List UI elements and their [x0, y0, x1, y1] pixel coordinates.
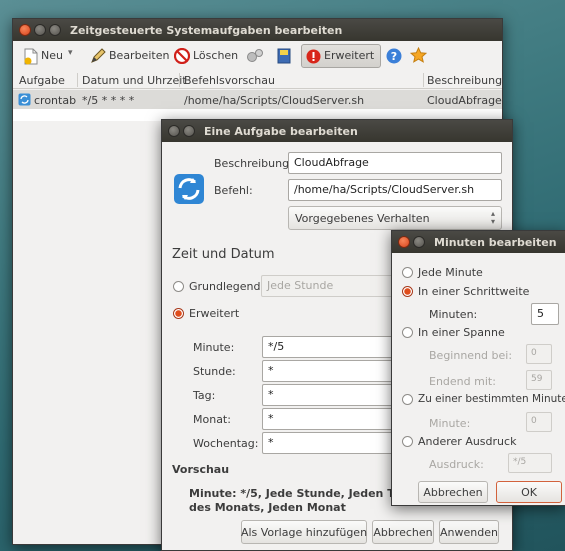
pencil-icon[interactable]: [89, 47, 107, 65]
column-header-description[interactable]: Beschreibung: [427, 74, 502, 87]
basic-select-value: Jede Stunde: [267, 279, 334, 292]
begin-field[interactable]: 0: [526, 344, 552, 364]
basic-select[interactable]: Jede Stunde: [261, 275, 401, 297]
edit-dialog-titlebar: Eine Aufgabe bearbeiten: [162, 120, 512, 142]
minute-specific-label: Minute:: [429, 417, 471, 430]
minutes-cancel-button[interactable]: Abbrechen: [418, 481, 488, 503]
edit-dialog-title: Eine Aufgabe bearbeiten: [204, 124, 358, 138]
behavior-select[interactable]: Vorgegebenes Verhalten ▴ ▾: [288, 206, 502, 230]
toolbar: Neu ▾ Bearbeiten Löschen Erweitert ?: [13, 41, 502, 71]
help-icon[interactable]: ?: [385, 47, 403, 65]
behavior-select-value: Vorgegebenes Verhalten: [295, 211, 430, 225]
hour-label: Stunde:: [193, 365, 236, 378]
advanced-button-label: Erweitert: [324, 49, 375, 62]
specific-minute-radio[interactable]: [402, 394, 413, 405]
weekday-field[interactable]: *: [262, 432, 402, 454]
minute-field[interactable]: */5: [262, 336, 402, 358]
begin-label: Beginnend bei:: [429, 349, 513, 362]
other-expression-radio[interactable]: [402, 436, 413, 447]
edit-cancel-button[interactable]: Abbrechen: [372, 520, 434, 544]
preview-text-line-1: Minute: */5, Jede Stunde, Jeden Tag: [189, 487, 409, 500]
month-label: Monat:: [193, 413, 231, 426]
column-header-command[interactable]: Befehlsvorschau: [184, 74, 275, 87]
main-window-title: Zeitgesteuerte Systemaufgaben bearbeiten: [70, 23, 343, 37]
expression-field[interactable]: */5: [508, 453, 552, 473]
command-field[interactable]: /home/ha/Scripts/CloudServer.sh: [288, 179, 502, 201]
book-icon[interactable]: [275, 47, 293, 65]
minute-label: Minute:: [193, 341, 235, 354]
row-command: /home/ha/Scripts/CloudServer.sh: [184, 94, 365, 107]
minimize-icon[interactable]: [183, 125, 195, 137]
row-datetime: */5 * * * *: [82, 94, 135, 107]
minutes-step-field[interactable]: 5: [531, 303, 559, 325]
new-task-icon[interactable]: [23, 47, 39, 65]
run-gears-icon[interactable]: [245, 47, 265, 65]
preview-heading: Vorschau: [172, 463, 230, 476]
spinner-icon: ▴ ▾: [490, 209, 495, 226]
column-header-task[interactable]: Aufgabe: [19, 74, 65, 87]
preview-text-line-2: des Monats, Jeden Monat: [189, 501, 346, 514]
edit-minutes-dialog: Minuten bearbeiten Jede Minute In einer …: [391, 230, 565, 506]
day-label: Tag:: [193, 389, 216, 402]
row-description: CloudAbfrage: [427, 94, 502, 107]
edit-button-label[interactable]: Bearbeiten: [109, 49, 169, 62]
hour-field[interactable]: *: [262, 360, 402, 382]
weekday-label: Wochentag:: [193, 437, 259, 450]
every-minute-label: Jede Minute: [418, 266, 483, 279]
maximize-icon[interactable]: [49, 24, 61, 36]
table-row[interactable]: crontab */5 * * * * /home/ha/Scripts/Clo…: [13, 90, 502, 109]
column-header-datetime[interactable]: Datum und Uhrzeit: [82, 74, 187, 87]
advanced-radio[interactable]: [173, 308, 184, 319]
other-expression-label: Anderer Ausdruck: [418, 435, 517, 448]
minute-specific-field[interactable]: 0: [526, 412, 552, 432]
new-button-label[interactable]: Neu: [41, 49, 63, 62]
command-label: Befehl:: [214, 184, 253, 197]
close-icon[interactable]: [398, 236, 410, 248]
task-refresh-icon: [172, 172, 206, 206]
every-minute-radio[interactable]: [402, 267, 413, 278]
section-time-heading: Zeit und Datum: [172, 247, 275, 262]
minutes-step-label: Minuten:: [429, 308, 478, 321]
advanced-label: Erweitert: [189, 307, 240, 320]
description-label: Beschreibung:: [214, 157, 293, 170]
month-field[interactable]: *: [262, 408, 402, 430]
star-icon[interactable]: [409, 46, 427, 64]
main-titlebar: Zeitgesteuerte Systemaufgaben bearbeiten: [13, 19, 502, 41]
range-label: In einer Spanne: [418, 326, 505, 339]
close-icon[interactable]: [168, 125, 180, 137]
warning-icon: [305, 48, 321, 64]
basic-radio[interactable]: [173, 281, 184, 292]
minutes-dialog-titlebar: Minuten bearbeiten: [392, 231, 565, 253]
description-field[interactable]: CloudAbfrage: [288, 152, 502, 174]
minutes-dialog-title: Minuten bearbeiten: [434, 235, 557, 249]
minimize-icon[interactable]: [413, 236, 425, 248]
ok-button[interactable]: OK: [496, 481, 562, 503]
add-as-template-button[interactable]: Als Vorlage hinzufügen: [241, 520, 367, 544]
svg-text:?: ?: [391, 50, 397, 63]
step-radio[interactable]: [402, 286, 413, 297]
apply-button[interactable]: Anwenden: [439, 520, 499, 544]
end-field[interactable]: 59: [526, 370, 552, 390]
day-field[interactable]: *: [262, 384, 402, 406]
minimize-icon[interactable]: [34, 24, 46, 36]
specific-minute-label: Zu einer bestimmten Minute: [418, 393, 565, 405]
delete-button-label[interactable]: Löschen: [193, 49, 238, 62]
close-icon[interactable]: [19, 24, 31, 36]
expression-label: Ausdruck:: [429, 458, 484, 471]
step-label: In einer Schrittweite: [418, 285, 530, 298]
row-task: crontab: [34, 94, 77, 107]
task-list-header: Aufgabe Datum und Uhrzeit Befehlsvorscha…: [13, 71, 502, 89]
end-label: Endend mit:: [429, 375, 496, 388]
range-radio[interactable]: [402, 327, 413, 338]
chevron-down-icon[interactable]: ▾: [68, 48, 73, 58]
refresh-icon: [17, 92, 32, 107]
delete-icon[interactable]: [173, 47, 191, 65]
basic-label: Grundlegend: [189, 280, 261, 293]
